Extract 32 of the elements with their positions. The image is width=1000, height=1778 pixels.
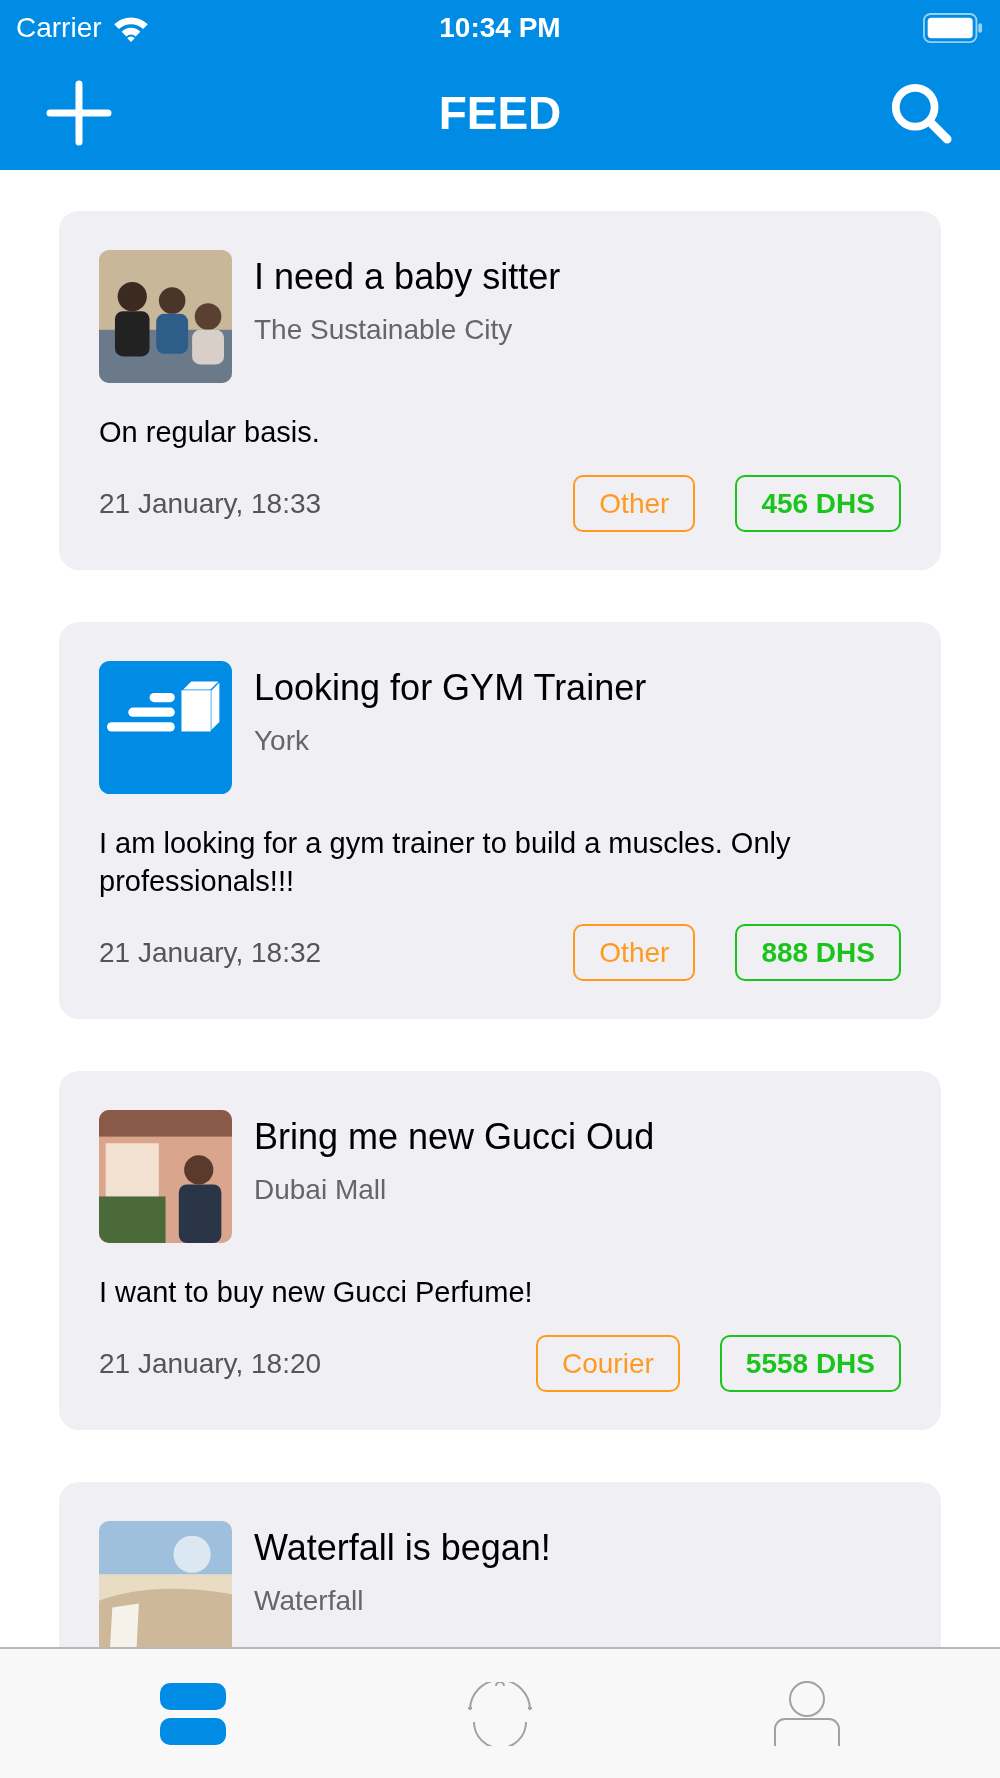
post-location: Waterfall [254,1584,365,1618]
post-date: 21 January, 18:20 [99,1346,322,1381]
price-tag: 888 DHS [735,924,901,981]
person-icon [773,1680,840,1747]
box-icon [99,661,232,794]
post-card[interactable]: I need a baby sitter The Sustainable City On regular basis. 21 January, 18:33 Other 456 DHS [59,211,941,570]
screen-title: FEED [438,85,562,141]
category-tag: Other [573,475,696,532]
post-description: I am looking for a gym trainer to build a muscles. Only professionals!!! [99,826,792,899]
post-date: 21 January, 18:32 [99,935,322,970]
post-description: On regular basis. [99,415,321,450]
carrier-label: Carrier [16,11,102,45]
post-card[interactable]: Waterfall is began! Waterfall [59,1482,941,1647]
add-button[interactable] [46,80,112,146]
post-card[interactable]: Bring me new Gucci Oud Dubai Mall I want to buy new Gucci Perfume! 21 January, 18:20 Courier 5558 DHS [59,1071,941,1430]
post-card[interactable]: Looking for GYM Trainer York I am looking for a gym trainer to build a muscles. Only professionals!!! 21 January, 18:32 Other 888 DHS [59,622,941,1019]
post-title: Waterfall is began! [254,1526,551,1570]
post-date: 21 January, 18:33 [99,486,322,521]
post-location: The Sustainable City [254,313,514,347]
feed-icon [160,1682,227,1745]
status-time: 10:34 PM [439,11,561,45]
post-location: York [254,724,310,758]
post-description: I want to buy new Gucci Perfume! [99,1275,534,1310]
post-location: Dubai Mall [254,1173,388,1207]
category-tag: Other [573,924,696,981]
price-tag: 5558 DHS [719,1335,901,1392]
category-tag: Courier [536,1335,680,1392]
post-title: I need a baby sitter [254,255,561,299]
post-title: Looking for GYM Trainer [254,666,647,710]
post-title: Bring me new Gucci Oud [254,1115,655,1159]
battery-icon [922,13,984,43]
price-tag: 456 DHS [735,475,901,532]
